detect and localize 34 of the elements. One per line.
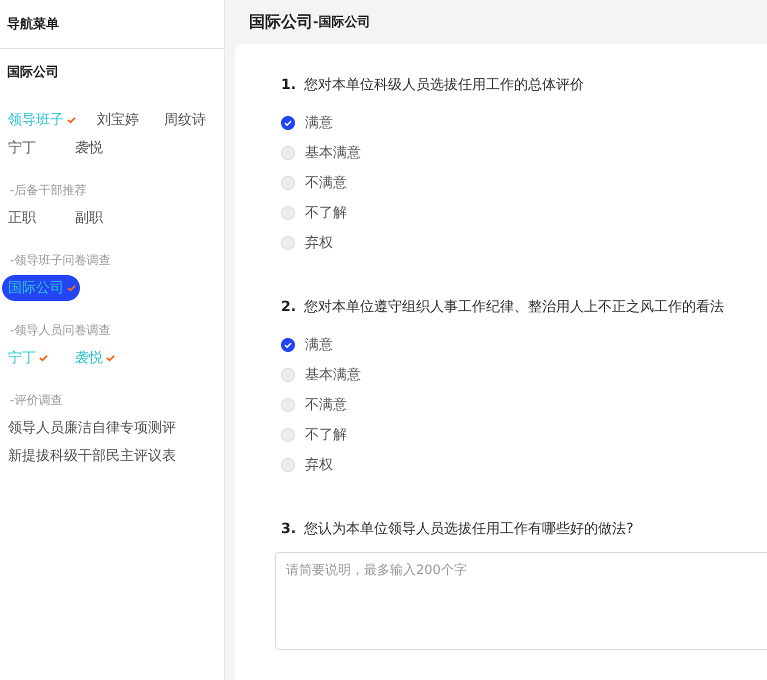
radio-button[interactable] (281, 338, 295, 352)
page-title: 国际公司-国际公司 (248, 10, 370, 32)
option-label[interactable]: 不满意 (305, 174, 347, 192)
nav-item[interactable]: 副职 (75, 205, 121, 231)
nav-item[interactable]: 领导人员廉洁自律专项测评 (8, 415, 176, 441)
option-label[interactable]: 满意 (305, 114, 333, 132)
section-heading: -评价调查 (9, 392, 64, 409)
option-label[interactable]: 基本满意 (305, 144, 361, 162)
option-label[interactable]: 弃权 (305, 234, 333, 252)
answer-box[interactable]: 请简要说明，最多输入200个字 (275, 552, 767, 650)
option-label[interactable]: 不了解 (305, 426, 347, 444)
option-label[interactable]: 基本满意 (305, 366, 361, 384)
option-label[interactable]: 不满意 (305, 396, 347, 414)
section-heading: -后备干部推荐 (9, 182, 88, 199)
nav-item[interactable]: 刘宝婷 (97, 107, 143, 133)
company-name: 国际公司 (6, 64, 60, 82)
option-label[interactable]: 满意 (305, 336, 333, 354)
question-number: 3. (281, 521, 296, 537)
question-number: 2. (281, 299, 296, 315)
nav-item[interactable]: 正职 (8, 205, 54, 231)
question-text: 您对本单位遵守组织人事工作纪律、整治用人上不正之风工作的看法 (304, 298, 724, 316)
nav-title: 导航菜单 (7, 16, 59, 33)
radio-button[interactable] (281, 116, 295, 130)
question-text: 您认为本单位领导人员选拔任用工作有哪些好的做法? (304, 520, 634, 538)
section-heading: -领导班子问卷调查 (9, 252, 112, 269)
option-label[interactable]: 不了解 (305, 204, 347, 222)
question-text: 您对本单位科级人员选拔任用工作的总体评价 (304, 76, 584, 94)
section-heading: -领导人员问卷调查 (9, 322, 112, 339)
nav-item[interactable]: 周纹诗 (164, 107, 210, 133)
option-label[interactable]: 弃权 (305, 456, 333, 474)
nav-item[interactable]: 袭悦 (75, 135, 121, 161)
nav-item[interactable]: 宁丁 (8, 135, 54, 161)
nav-item[interactable]: 新提拔科级干部民主评议表 (8, 443, 176, 469)
question-number: 1. (281, 77, 296, 93)
